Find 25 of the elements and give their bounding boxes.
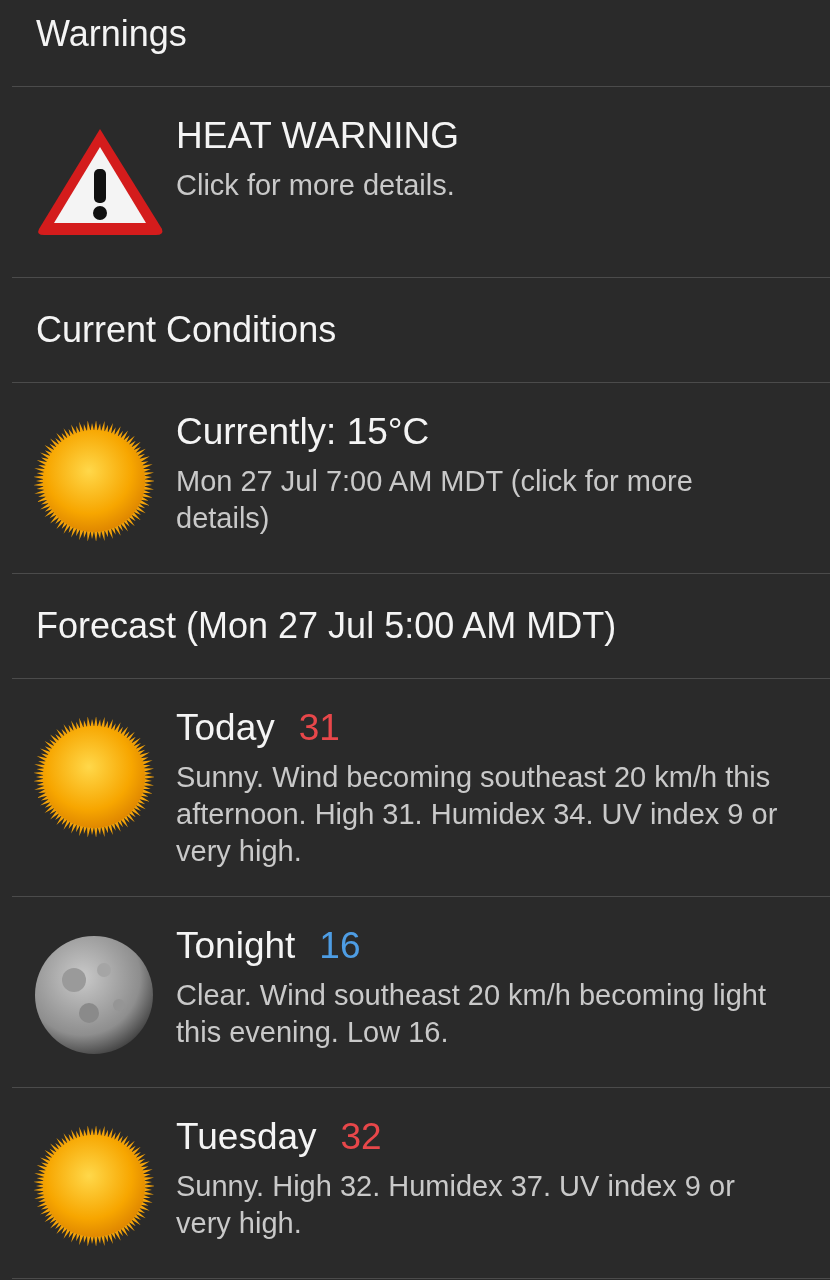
item-title: Today: [176, 707, 275, 749]
item-description: Sunny. High 32. Humidex 37. UV index 9 or very high.: [176, 1169, 736, 1241]
temperature: 32: [340, 1116, 382, 1158]
list-item[interactable]: Tonight 16 Clear. Wind southeast 20 km/h becoming light this evening. Low 16.: [12, 897, 830, 1088]
item-title: Tonight: [176, 925, 296, 967]
list-item[interactable]: HEAT WARNING Click for more details.: [12, 87, 830, 278]
section-header: Current Conditions: [12, 278, 830, 383]
item-description: Clear. Wind southeast 20 km/h becoming light this evening. Low 16.: [176, 978, 767, 1050]
list-item[interactable]: Currently: 15°C Mon 27 Jul 7:00 AM MDT (click for more details): [12, 383, 830, 574]
temperature: 31: [298, 707, 340, 749]
item-description: Mon 27 Jul 7:00 AM MDT (click for more details): [176, 464, 694, 536]
item-description: Click for more details.: [176, 168, 456, 203]
item-title: HEAT WARNING: [176, 115, 459, 157]
temperature: 16: [319, 925, 361, 967]
sun-icon: [34, 1126, 154, 1246]
section-header: Warnings: [12, 0, 830, 87]
item-description: Sunny. Wind becoming southeast 20 km/h this afternoon. High 31. Humidex 34. UV index 9 or very high.: [176, 760, 779, 869]
item-title: Currently: 15°C: [176, 411, 430, 453]
list-item[interactable]: Tuesday 32 Sunny. High 32. Humidex 37. UV index 9 or very high.: [12, 1088, 830, 1279]
item-title: Tuesday: [176, 1116, 317, 1158]
section-header: Forecast (Mon 27 Jul 5:00 AM MDT): [12, 574, 830, 679]
list-item[interactable]: Today 31 Sunny. Wind becoming southeast 20 km/h this afternoon. High 31. Humidex 34. UV index 9 or very high.: [12, 679, 830, 897]
moon-icon: [34, 935, 154, 1055]
sun-icon: [34, 421, 154, 541]
sun-icon: [34, 717, 154, 837]
